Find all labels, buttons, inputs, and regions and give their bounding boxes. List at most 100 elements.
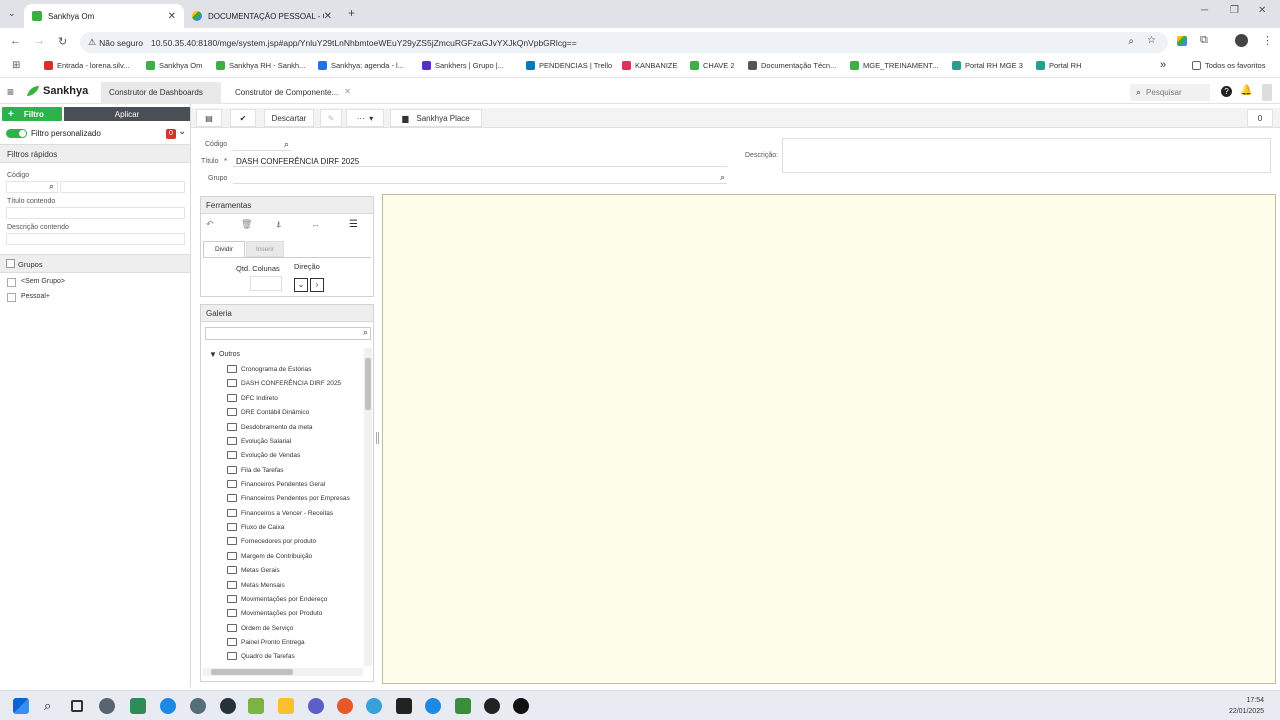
app-icon[interactable] (130, 698, 146, 714)
bookmark-item[interactable]: CHAVE 2 (690, 61, 735, 70)
grupo-field[interactable]: ⌕ (233, 172, 727, 184)
system-clock[interactable]: 17:54 22/01/2025 (1229, 695, 1264, 717)
undo-icon[interactable]: ↶ (206, 219, 214, 230)
browser-tab-active[interactable]: Sankhya Om ✕ (24, 4, 184, 28)
new-tab-button[interactable]: + (348, 6, 355, 20)
close-window-icon[interactable]: ✕ (1258, 5, 1266, 16)
gallery-item[interactable]: Painel Pronto Entrega (227, 638, 305, 646)
browser-menu-icon[interactable]: ⋮ (1262, 34, 1273, 47)
gallery-item[interactable]: DFC Indireto (227, 394, 278, 402)
gallery-item[interactable]: Fluxo de Caixa (227, 523, 284, 531)
gallery-item[interactable]: DASH CONFERÊNCIA DIRF 2025 (227, 379, 341, 387)
gallery-item[interactable]: Movimentações por Endereço (227, 595, 327, 603)
bookmark-item[interactable]: MGE_TREINAMENT... (850, 61, 938, 70)
chevron-down-icon[interactable]: ▼ (209, 350, 217, 359)
drive-extension-icon[interactable] (1177, 36, 1187, 46)
bookmark-item[interactable]: PENDENCIAS | Trello (526, 61, 612, 70)
app-icon[interactable] (99, 698, 115, 714)
horizontal-scrollbar[interactable] (203, 668, 363, 676)
close-tab-icon[interactable]: ✕ (324, 11, 332, 22)
descartar-button[interactable]: Descartar (264, 109, 314, 127)
app-icon[interactable] (248, 698, 264, 714)
bookmark-item[interactable]: Sankhya: agenda - l... (318, 61, 404, 70)
app-icon[interactable] (366, 698, 382, 714)
gallery-item[interactable]: Quadro de Tarefas (227, 652, 295, 660)
gallery-item[interactable]: DRE Contábil Dinâmico (227, 408, 309, 416)
align-icon[interactable]: ⍋ (276, 219, 281, 230)
bookmark-item[interactable]: KANBANIZE (622, 61, 678, 70)
more-bookmarks-icon[interactable]: » (1160, 59, 1166, 71)
gallery-item[interactable]: Evolução Salarial (227, 437, 291, 445)
search-box[interactable]: ⌕ Pesquisar (1130, 84, 1210, 101)
browser-tab[interactable]: DOCUMENTAÇÃO PESSOAL - G ✕ (184, 4, 340, 28)
gallery-item[interactable]: Evolução de Vendas (227, 451, 300, 459)
gallery-item[interactable]: Ordem de Serviço (227, 624, 293, 632)
search-icon[interactable]: ⌕ (49, 181, 54, 192)
gallery-item[interactable]: Metas Mensais (227, 581, 285, 589)
gallery-item[interactable]: Margem de Contribuição (227, 552, 312, 560)
close-tab-icon[interactable]: ✕ (168, 11, 176, 22)
hamburger-menu-icon[interactable]: ≡ (7, 85, 14, 99)
maximize-icon[interactable]: ❐ (1230, 5, 1239, 16)
apps-grid-icon[interactable]: ⊞ (12, 60, 20, 71)
group-checkbox[interactable] (7, 278, 16, 287)
gallery-item[interactable]: Financeiros a Vencer - Receitas (227, 509, 333, 517)
tab-list-icon[interactable]: ⌄ (8, 8, 16, 19)
app-icon[interactable] (455, 698, 471, 714)
gallery-item[interactable]: Movimentações por Produto (227, 609, 322, 617)
dashboard-canvas[interactable] (382, 194, 1276, 684)
chevron-down-icon[interactable]: ⌄ (178, 126, 186, 137)
tab-componentes[interactable]: Construtor de Componente... ✕ (228, 82, 353, 104)
direction-vertical-icon[interactable]: ⌄ (294, 278, 308, 292)
gallery-item[interactable]: Financeiros Pendentes por Empresas (227, 494, 350, 502)
notification-bell-icon[interactable]: 🔔 (1240, 85, 1252, 96)
chrome-icon[interactable] (425, 698, 441, 714)
trash-icon[interactable]: 🗑 (241, 219, 252, 230)
back-icon[interactable]: ← (10, 35, 21, 47)
search-icon[interactable]: ⌕ (284, 139, 289, 150)
search-icon[interactable]: ⌕ (720, 172, 725, 183)
help-icon[interactable]: ? (1221, 86, 1232, 97)
panel-splitter[interactable] (376, 432, 379, 444)
descricao-contendo-input[interactable] (6, 233, 185, 245)
codigo-field[interactable]: ⌕ (233, 139, 291, 151)
resize-icon[interactable]: ↔ (311, 219, 320, 229)
gallery-item[interactable]: Metas Gerais (227, 566, 280, 574)
app-icon[interactable] (190, 698, 206, 714)
sankhya-logo[interactable]: Sankhya (26, 85, 88, 97)
confirm-icon[interactable]: ✔ (230, 109, 256, 127)
gallery-item[interactable]: Fila de Tarefas (227, 466, 284, 474)
tab-dashboards[interactable]: Construtor de Dashboards (101, 82, 221, 104)
descricao-textarea[interactable] (782, 138, 1271, 173)
terminal-icon[interactable] (396, 698, 412, 714)
bookmark-item[interactable]: Sankhers | Grupo |... (422, 61, 504, 70)
chrome-icon[interactable] (160, 698, 176, 714)
reload-icon[interactable]: ↻ (58, 35, 67, 48)
gallery-item[interactable]: Cronograma de Estórias (227, 365, 311, 373)
direction-horizontal-icon[interactable]: › (310, 278, 324, 292)
bookmark-item[interactable]: Sankhya Om (146, 61, 202, 70)
scrollbar-thumb[interactable] (365, 358, 371, 410)
vertical-scrollbar[interactable] (364, 348, 372, 666)
grupos-checkbox[interactable] (6, 259, 15, 268)
windows-start-icon[interactable] (13, 698, 29, 714)
all-favorites[interactable]: Todos os favoritos (1192, 61, 1265, 70)
aplicar-button[interactable]: Aplicar (64, 107, 190, 121)
filtro-personalizado-toggle[interactable] (6, 129, 27, 138)
teams-icon[interactable] (308, 698, 324, 714)
close-tab-icon[interactable]: ✕ (344, 87, 351, 96)
gallery-item[interactable]: Financeiros Pendentes Geral (227, 480, 325, 488)
titulo-field[interactable]: DASH CONFERÊNCIA DIRF 2025 (233, 155, 727, 167)
zoom-icon[interactable]: ⌕ (1128, 36, 1134, 47)
titulo-contendo-input[interactable] (6, 207, 185, 219)
sankhya-place-button[interactable]: ▆ Sankhya Place (390, 109, 482, 127)
firefox-icon[interactable] (337, 698, 353, 714)
app-icon[interactable] (220, 698, 236, 714)
filtro-button[interactable]: + Filtro (2, 107, 62, 121)
bookmark-item[interactable]: Documentação Técn... (748, 61, 836, 70)
bookmark-star-icon[interactable]: ☆ (1147, 35, 1156, 46)
profile-avatar[interactable] (1235, 34, 1248, 47)
app-icon[interactable] (484, 698, 500, 714)
tab-dividir[interactable]: Dividir (203, 241, 245, 258)
codigo-desc-input[interactable] (60, 181, 185, 193)
